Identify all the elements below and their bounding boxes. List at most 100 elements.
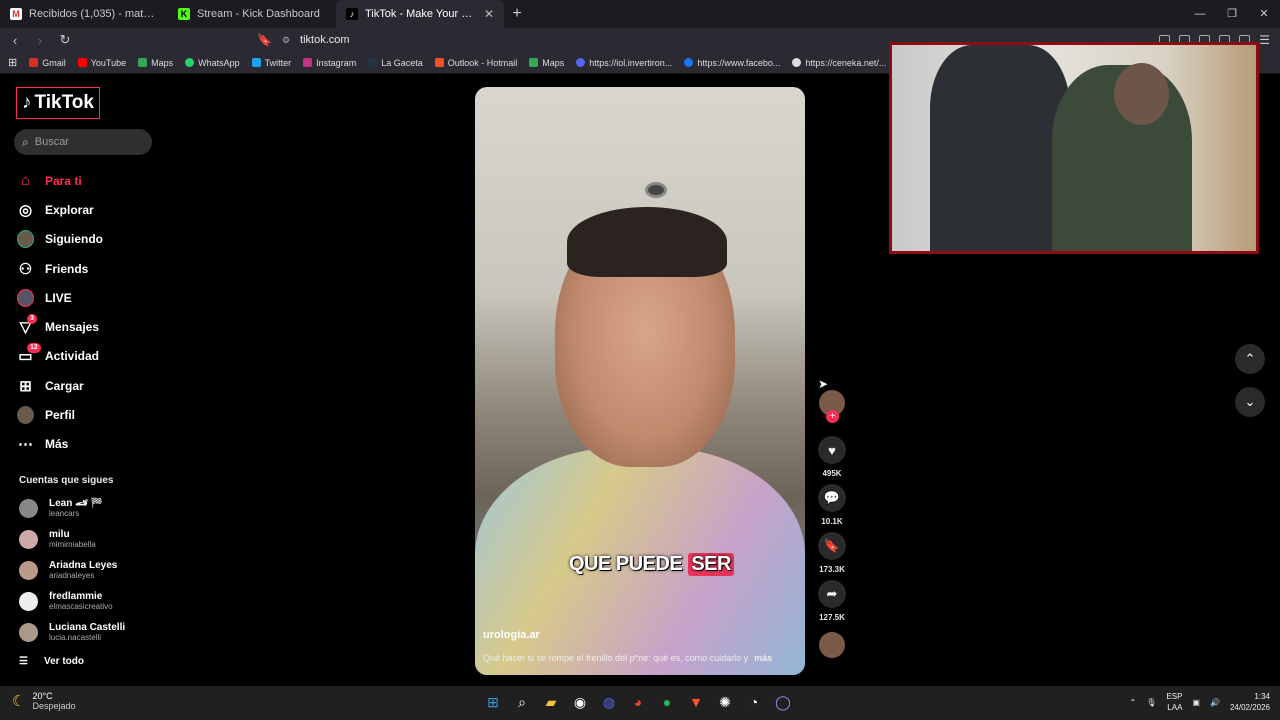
sidebar-item-para-ti[interactable]: ⌂ Para ti [17,166,167,195]
see-all-link[interactable]: ☰ Ver todo [19,656,84,667]
language-indicator[interactable]: ESP LAA [1166,691,1182,713]
steam-icon[interactable]: ◉ [571,692,589,712]
back-icon[interactable]: ‹ [5,33,25,48]
sidebar-item-actividad[interactable]: ▭ 12 Actividad [17,342,167,371]
messages-icon: ▽ 3 [17,313,37,336]
sidebar-item-friends[interactable]: ⚇ Friends [17,254,167,283]
sidebar-item-cargar[interactable]: ⊞ Cargar [17,371,167,400]
chatgpt-icon[interactable]: ✺ [716,692,734,712]
sidebar-item-explorar[interactable]: ◎ Explorar [17,195,167,224]
sidebar-menu: ⌂ Para ti ◎ Explorar Siguiendo ⚇ Friends LI… [17,166,167,459]
brave-icon[interactable]: ▼ [687,692,705,712]
video-author[interactable]: urologia.ar [483,629,540,641]
avatar [19,498,38,518]
volume-icon[interactable]: 🔊 [1210,698,1220,707]
bookmark-icon[interactable]: 🔖 [257,33,272,47]
search-icon[interactable]: ⌕ [513,692,531,712]
url-field[interactable]: tiktok.com [300,34,350,46]
tab-tiktok[interactable]: ♪ TikTok - Make Your Day ✕ [336,0,504,28]
windows-start-icon[interactable]: ⊞ [484,692,502,712]
tab-label: Recibidos (1,035) - mathiasgramajo0 [29,8,158,20]
file-explorer-icon[interactable]: ▰ [542,692,560,712]
sidebar-item-mensajes[interactable]: ▽ 3 Mensajes [17,312,167,341]
list-icon: ☰ [19,656,28,667]
bookmark-gmail[interactable]: Gmail [29,58,66,68]
profile-icon [17,406,34,425]
sidebar-item-live[interactable]: LIVE [17,283,167,312]
comment-action[interactable]: 💬 10.1K [818,484,846,526]
account-item[interactable]: milu mimimiabella [19,529,96,549]
account-item[interactable]: Lean 🏎 🏁 leancars [19,498,103,518]
apps-grid-icon[interactable]: ⊞ [8,56,17,69]
share-action[interactable]: ➦ 127.5K [818,580,846,622]
like-action[interactable]: ♥ 495K [818,436,846,478]
bookmark-icon[interactable]: 🔖 [818,532,846,560]
app-icon[interactable]: ◯ [774,692,792,712]
bookmark-iol[interactable]: https://iol.invertiron... [576,58,672,68]
site-info-icon[interactable]: ⚙ [282,35,290,46]
new-tab-button[interactable]: + [504,5,530,23]
bookmark-outlook[interactable]: Outlook - Hotmail [434,58,517,68]
account-item[interactable]: fredlammie elmascasicreativo [19,591,113,611]
discord-icon[interactable]: ◍ [600,692,618,712]
forward-icon[interactable]: › [30,33,50,48]
chrome-icon[interactable]: ◕ [629,692,647,712]
network-icon[interactable]: ▣ [1192,698,1200,707]
account-item[interactable]: Luciana Castelli lucia.nacastelli [19,622,125,642]
moon-icon: ☾ [12,693,26,710]
bookmark-twitter[interactable]: Twitter [251,58,291,68]
tab-gmail[interactable]: M Recibidos (1,035) - mathiasgramajo0 [0,0,168,28]
tab-bar: M Recibidos (1,035) - mathiasgramajo0 K … [0,0,1280,28]
follow-plus-icon[interactable]: + [826,410,839,423]
bookmark-youtube[interactable]: YouTube [77,58,126,68]
chevron-up-icon[interactable]: ⌃ [1235,344,1265,374]
bookmark-maps-2[interactable]: Maps [529,58,564,68]
search-input[interactable]: ⌕ Buscar [14,129,152,155]
sidebar-item-siguiendo[interactable]: Siguiendo [17,225,167,254]
microphone-icon[interactable]: 🎙 [1146,698,1156,707]
tiktok-icon: ♪ [346,8,358,20]
clock[interactable]: 1:34 24/02/2026 [1230,691,1270,713]
bookmark-instagram[interactable]: Instagram [303,58,356,68]
maximize-button[interactable]: ❐ [1216,0,1248,28]
bookmark-facebook[interactable]: https://www.facebo... [684,58,780,68]
heart-icon[interactable]: ♥ [818,436,846,464]
weather-widget[interactable]: ☾ 20°C Despejado [12,691,75,711]
bookmark-maps[interactable]: Maps [138,58,173,68]
search-icon: ⌕ [22,134,29,149]
sidebar-item-mas[interactable]: ⋯ Más [17,430,167,459]
avatar [19,591,38,611]
avatar [19,622,38,642]
tiktok-logo[interactable]: ♪ TikTok [16,87,100,119]
share-icon[interactable]: ➦ [818,580,846,608]
close-window-button[interactable]: ✕ [1248,0,1280,28]
creator-avatar[interactable]: + [819,390,845,423]
webcam-head [1114,63,1169,125]
save-action[interactable]: 🔖 173.3K [818,532,846,574]
minimize-button[interactable]: — [1184,0,1216,28]
close-tab-icon[interactable]: ✕ [484,7,494,21]
tab-kick[interactable]: K Stream - Kick Dashboard [168,0,336,28]
more-icon: ⋯ [18,436,33,454]
obs-icon[interactable]: ◔ [745,692,763,712]
comment-icon[interactable]: 💬 [818,484,846,512]
menu-icon[interactable]: ☰ [1259,33,1270,47]
chevron-up-icon[interactable]: ⌃ [1130,698,1137,707]
chevron-down-icon[interactable]: ⌄ [1235,387,1265,417]
bookmark-ceneka[interactable]: https://ceneka.net/... [792,58,886,68]
tiktok-icon: ♪ [22,92,32,113]
account-item[interactable]: Ariadna Leyes ariadnaleyes [19,560,117,580]
bookmark-la-gaceta[interactable]: La Gaceta [368,58,423,68]
taskbar-apps: ⊞ ⌕ ▰ ◉ ◍ ◕ ● ▼ ✺ ◔ ◯ [484,692,792,712]
activity-icon: ▭ 12 [17,342,41,365]
reload-icon[interactable]: ↻ [55,32,75,48]
video-description: Qué hacer si se rompe el frenillo del p*… [483,653,773,663]
sidebar-item-perfil[interactable]: Perfil [17,400,167,429]
webcam-person-standing [930,45,1070,251]
music-disc-avatar[interactable] [819,632,845,658]
more-link[interactable]: más [754,653,772,663]
gmail-icon: M [10,8,22,20]
spotify-icon[interactable]: ● [658,692,676,712]
bookmark-whatsapp[interactable]: WhatsApp [185,58,240,68]
video-player[interactable]: QUE PUEDE SER urologia.ar Qué hacer si s… [475,87,805,675]
